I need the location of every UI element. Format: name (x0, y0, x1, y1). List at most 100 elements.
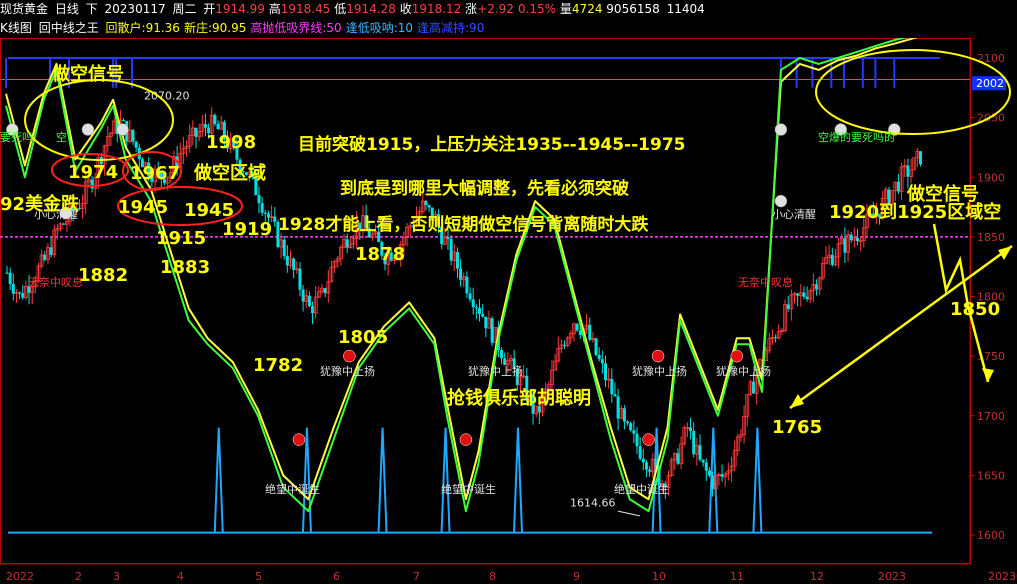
cyan-spike (752, 427, 763, 533)
x-tick-label: 5 (255, 570, 262, 583)
candle-body (856, 237, 859, 242)
label-1782: 1782 (253, 355, 303, 376)
date-label: 20230117 (104, 2, 166, 16)
price-label: 2002 (976, 77, 1004, 90)
candle-body (906, 165, 910, 177)
kill-label: 要死吗 (0, 131, 33, 144)
label-1974: 1974 (68, 162, 118, 183)
x-tick-label: 3 (113, 570, 120, 583)
y-tick-label: 1900 (977, 171, 1005, 184)
candle-body (478, 307, 481, 315)
candle-body (896, 181, 900, 192)
low-mark: 1614.66 (570, 496, 616, 509)
candle-body (701, 459, 705, 463)
x-tick-label: 12 (810, 570, 824, 583)
low-label: 低1914.28 (334, 2, 396, 16)
red-marker (459, 433, 473, 446)
label-1945-b: 1945 (184, 200, 234, 221)
white-marker (774, 123, 788, 136)
candle-body (707, 470, 711, 476)
label-1765: 1765 (772, 417, 822, 438)
candle-body (503, 358, 507, 365)
signal-ellipse-left (24, 79, 174, 161)
candle-body (720, 474, 724, 477)
y-tick-label: 1650 (977, 469, 1005, 482)
trend-arrow-tail (790, 394, 804, 408)
indicator-item: 回散户:91.36 (105, 21, 180, 35)
short-signal-left-text: 做空信号 (51, 63, 124, 85)
candle-body (632, 430, 636, 434)
kill-label: 空爆的要死吗的 (818, 130, 895, 144)
hesitate-label: 犹豫中上扬 (716, 364, 771, 378)
candle-body (635, 433, 639, 447)
candle-body (49, 247, 53, 255)
candle-body (43, 254, 47, 260)
careful-label: 小心清醒 (772, 208, 816, 221)
candle-body (307, 295, 311, 307)
candle-body (830, 254, 834, 265)
candle-body (194, 127, 198, 137)
kill-label: 空 (56, 130, 67, 144)
candle-body (311, 306, 315, 314)
x-tick-label: 20230 (988, 570, 1017, 583)
candle-body (62, 223, 66, 225)
direction-label: 下 (85, 2, 98, 16)
label-1967: 1967 (130, 163, 180, 184)
candle-body (796, 293, 800, 296)
label-1915: 1915 (156, 228, 206, 249)
candle-body (600, 359, 604, 364)
candle-body (805, 296, 809, 300)
label-1945-a: 1945 (118, 197, 168, 218)
cyan-spike (513, 427, 523, 533)
candle-body (638, 446, 642, 459)
period-label: 日线 (54, 2, 79, 16)
indicator-formula: 回中线之王 (38, 21, 99, 35)
x-tick-label: 11 (730, 570, 744, 583)
candle-body (622, 408, 626, 422)
x-tick-label: 8 (489, 570, 496, 583)
sigh-label: 无奈中叹息 (28, 275, 83, 289)
right-zone-text: 1920到1925区域空 (829, 201, 1001, 223)
candle-body (484, 316, 488, 329)
high-label: 高1918.45 (268, 2, 331, 16)
candle-body (500, 350, 504, 359)
candle-body (266, 213, 270, 218)
candle-body (588, 324, 592, 340)
candle-body (292, 258, 296, 270)
low-mark-pointer (617, 510, 641, 517)
x-tick-label: 6 (333, 570, 340, 583)
candle-body (263, 212, 267, 214)
candle-body (323, 288, 327, 294)
candle-body (610, 379, 614, 395)
candle-body (18, 292, 22, 294)
candle-body (641, 458, 645, 463)
x-tick-label: 10 (652, 570, 666, 583)
candle-body (704, 462, 708, 471)
signal-ellipse-right (815, 49, 1011, 135)
careful-label: 小心清醒 (34, 208, 78, 221)
indicator-name: K线图 (0, 21, 32, 35)
candle-body (468, 293, 472, 300)
candle-body (849, 234, 853, 241)
x-tick-label: 7 (413, 570, 420, 583)
candle-body (345, 239, 349, 248)
candle-body (692, 430, 696, 455)
candle-body (563, 344, 567, 346)
white-marker (81, 123, 95, 136)
club-text: 抢钱俱乐部胡聪明 (447, 387, 591, 409)
despair-label: 绝望中诞生 (265, 482, 320, 496)
candle-body (594, 338, 598, 356)
candle-body (122, 120, 126, 122)
candle-body (613, 394, 617, 397)
candle-body (474, 307, 478, 309)
candle-body (616, 396, 620, 419)
short-zone-text: 做空区域 (193, 162, 266, 184)
despair-label: 绝望中诞生 (614, 482, 669, 496)
candle-body (11, 284, 15, 294)
zigzag-arrow-head (982, 368, 994, 382)
candle-body (134, 141, 138, 148)
indicator-item: 逢低吸呐:10 (345, 21, 414, 35)
trend-arrow-head (998, 246, 1012, 260)
change-label: 涨+2.92 0.15% (465, 2, 557, 16)
x-tick-label: 4 (177, 570, 184, 583)
